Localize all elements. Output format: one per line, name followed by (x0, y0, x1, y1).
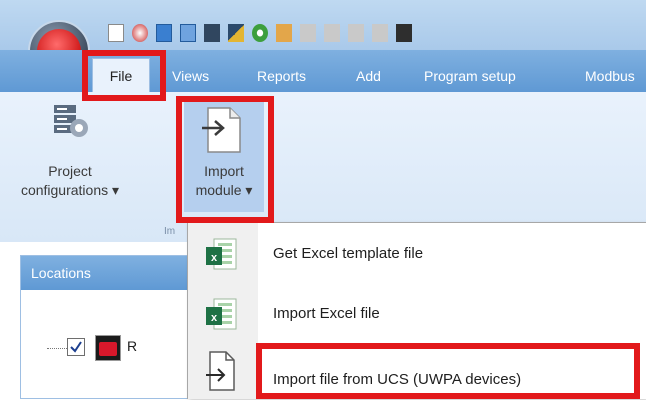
network-icon[interactable] (396, 24, 412, 42)
forward-icon[interactable] (300, 24, 316, 42)
excel-icon: x (206, 238, 237, 270)
send-icon[interactable] (276, 24, 292, 42)
excel-icon: x (206, 298, 237, 330)
tree-checkbox[interactable] (67, 338, 85, 356)
edit-icon[interactable] (228, 24, 244, 42)
svg-text:x: x (211, 312, 218, 324)
filter-icon[interactable] (348, 24, 364, 42)
new-document-icon[interactable] (108, 24, 124, 42)
svg-text:x: x (211, 252, 218, 264)
tab-add[interactable]: Add (356, 64, 381, 88)
menu-item-import-excel-file[interactable]: x Import Excel file (188, 287, 646, 342)
menu-item-label: Import Excel file (273, 305, 380, 322)
settings-icon[interactable] (252, 24, 268, 42)
highlight-import-module (176, 96, 274, 223)
menu-item-get-excel-template[interactable]: x Get Excel template file (188, 227, 646, 282)
highlight-import-ucs (256, 343, 640, 399)
tab-reports[interactable]: Reports (257, 64, 306, 88)
locations-panel: Locations R (20, 255, 190, 399)
highlight-file-tab (82, 50, 166, 101)
menu-item-label: Get Excel template file (273, 245, 424, 262)
project-configurations-button[interactable]: Project configurations ▾ (0, 98, 140, 212)
save-all-icon[interactable] (204, 24, 220, 42)
disc-icon[interactable] (132, 24, 148, 42)
quick-access-toolbar (0, 0, 646, 50)
project-configurations-label-line2: configurations ▾ (20, 182, 120, 198)
server-config-icon (54, 105, 88, 137)
locations-panel-header: Locations (21, 256, 189, 290)
tab-views[interactable]: Views (172, 64, 209, 88)
save-icon[interactable] (156, 24, 172, 42)
locations-panel-title: Locations (31, 265, 91, 281)
tool-icon[interactable] (372, 24, 388, 42)
checkmark-icon (70, 341, 82, 353)
ribbon-group-label: Im (164, 226, 176, 237)
backward-icon[interactable] (324, 24, 340, 42)
tab-program-setup[interactable]: Program setup (424, 64, 516, 88)
save-as-icon[interactable] (180, 24, 196, 42)
import-file-icon (206, 351, 235, 391)
project-configurations-label-line1: Project (48, 163, 92, 179)
device-logo-icon (95, 335, 121, 361)
tree-connector (47, 348, 67, 349)
tree-item-label[interactable]: R (127, 338, 137, 354)
tab-modbus[interactable]: Modbus (585, 64, 635, 88)
